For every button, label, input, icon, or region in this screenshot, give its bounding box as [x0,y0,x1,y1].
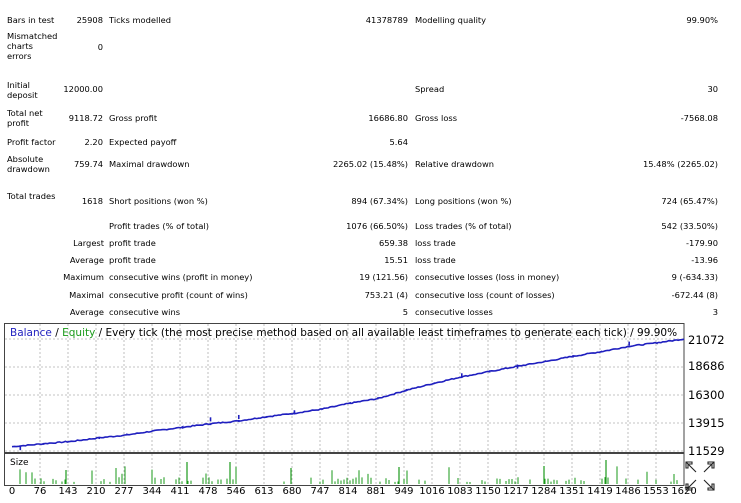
x-tick-label: 1553 [643,486,669,497]
value-col2: 5.64 [389,137,408,147]
x-tick-label: 76 [33,486,47,497]
x-tick-label: 1284 [531,486,557,497]
x-tick-label: 1419 [587,486,613,497]
expand-icon[interactable] [683,459,717,493]
x-tick-label: 613 [254,486,274,497]
y-tick-label: 13915 [688,416,725,430]
value-col1: 0 [97,42,103,52]
value-col3: -672.44 (8) [671,290,718,300]
legend-description: / Every tick (the most precise method ba… [95,327,678,339]
chart-legend: Balance / Equity / Every tick (the most … [10,327,677,339]
y-tick-label: 16300 [688,388,725,402]
value-col3: -179.90 [685,238,718,248]
value-col3: 724 (65.47%) [661,196,718,206]
x-tick-label: 1217 [503,486,529,497]
x-tick-label: 546 [226,486,246,497]
y-tick-label: 21072 [688,333,725,347]
x-tick-label: 881 [366,486,386,497]
balance-chart: Balance / Equity / Every tick (the most … [4,323,737,499]
report-table: Bars in test 25908 Ticks modelled 41378789 M… [0,0,735,322]
x-tick-label: 814 [338,486,358,497]
size-label: Size [10,458,29,468]
value-col3: -7568.08 [680,113,718,123]
legend-balance: Balance [10,327,52,339]
x-tick-label: 949 [394,486,414,497]
main-plot-frame [4,323,685,453]
x-tick-label: 680 [282,486,302,497]
chart-canvas [4,323,685,486]
y-tick-label: 18686 [688,359,725,373]
x-tick-label: 478 [198,486,218,497]
x-tick-label: 0 [8,486,16,497]
x-tick-label: 1150 [475,486,501,497]
x-tick-label: 143 [58,486,78,497]
x-tick-label: 210 [86,486,106,497]
x-tick-label: 411 [170,486,190,497]
x-tick-label: 747 [310,486,330,497]
x-tick-label: 344 [142,486,162,497]
value-col3: -13.96 [691,255,718,265]
y-tick-label: 11529 [688,444,725,458]
x-tick-label: 1083 [447,486,473,497]
value-col3: 15.48% (2265.02) [642,159,718,169]
x-tick-label: 1351 [559,486,585,497]
legend-equity: Equity [62,327,96,339]
value-col3: 9 (-634.33) [671,272,718,282]
x-tick-label: 1016 [419,486,445,497]
x-tick-label: 277 [114,486,134,497]
legend-separator: / [51,327,63,339]
value-col3: 30 [707,84,718,94]
x-tick-label: 1486 [615,486,641,497]
value-col3: 3 [712,307,718,317]
value-col3: 99.90% [686,15,718,25]
x-axis-labels: 0 76 143 210 277 344 411 478 546 613 680 747 814 881 9… [4,486,697,500]
value-col3: 542 (33.50%) [661,221,718,231]
